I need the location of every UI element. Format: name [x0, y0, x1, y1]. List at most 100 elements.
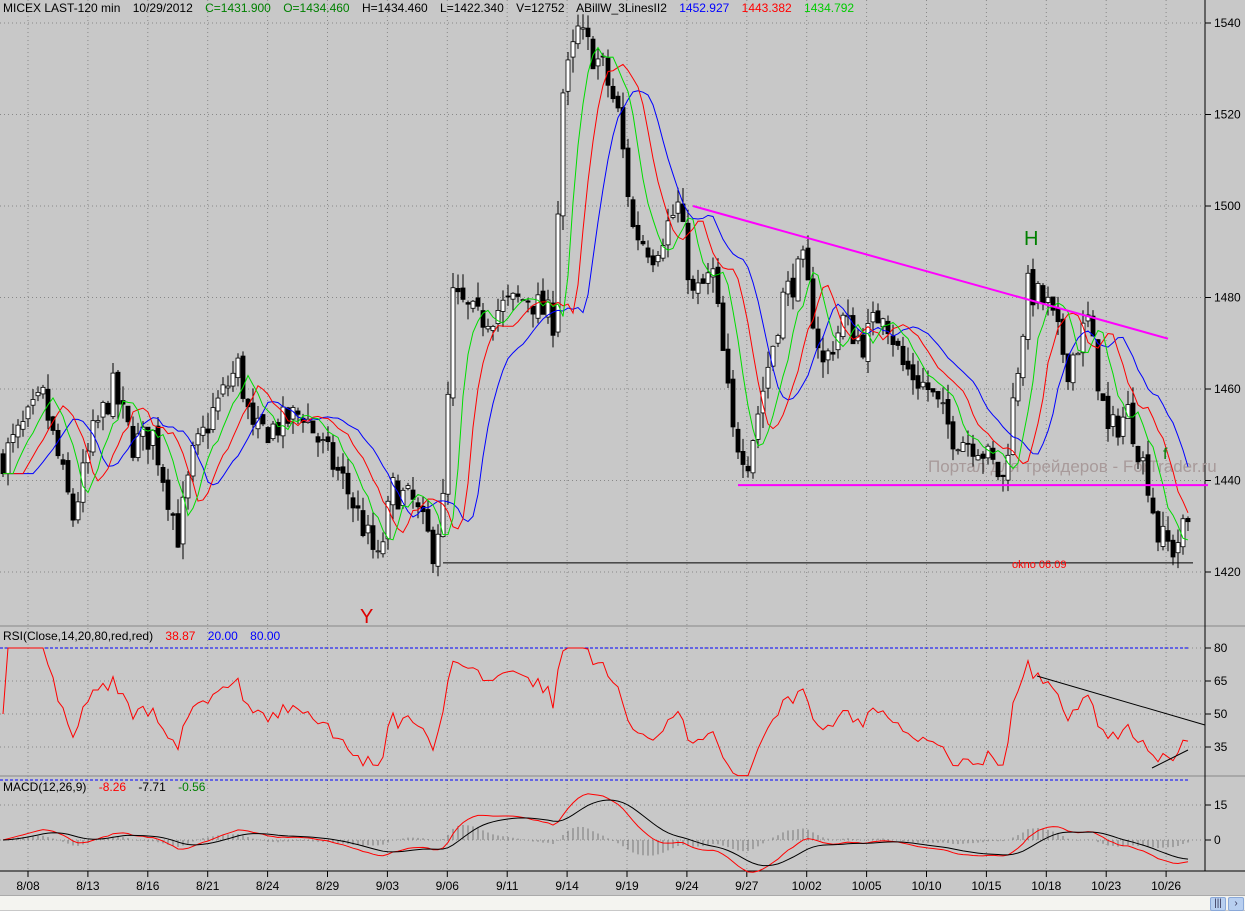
- candle-down: [995, 461, 1001, 478]
- candle-up: [470, 300, 476, 309]
- date-tick-label: 10/05: [852, 879, 882, 893]
- date-tick-label: 8/16: [136, 879, 160, 893]
- date-tick-label: 9/27: [735, 879, 759, 893]
- candle-down: [250, 402, 256, 425]
- candle-down: [935, 391, 941, 400]
- candle-up: [40, 386, 46, 395]
- price-tick-label: 1540: [1214, 16, 1241, 30]
- candle-up: [510, 292, 516, 300]
- candle-down: [900, 345, 906, 366]
- candle-down: [355, 505, 361, 509]
- candle-down: [690, 278, 696, 291]
- candle-up: [825, 350, 831, 361]
- candle-down: [700, 278, 706, 284]
- candle-down: [965, 442, 971, 445]
- candle-down: [240, 355, 246, 399]
- candle-down: [1055, 308, 1061, 323]
- candle-up: [1160, 525, 1166, 547]
- date-tick-label: 8/21: [196, 879, 220, 893]
- candle-down: [615, 95, 621, 109]
- candle-up: [975, 455, 981, 461]
- candle-up: [445, 393, 451, 495]
- f-marker: f: [1163, 446, 1168, 463]
- candle-up: [765, 366, 771, 389]
- candle-down: [330, 442, 336, 470]
- candle-down: [265, 427, 271, 444]
- candle-up: [535, 294, 541, 319]
- candle-down: [1165, 530, 1171, 542]
- candle-up: [215, 397, 221, 412]
- candle-down: [610, 85, 616, 100]
- candle-down: [170, 513, 176, 516]
- candle-down: [625, 147, 631, 198]
- candle-up: [200, 426, 206, 436]
- candle-down: [950, 421, 956, 450]
- candle-down: [65, 460, 71, 493]
- volume-label: V=12752: [516, 1, 565, 15]
- candle-up: [775, 335, 781, 344]
- candle-down: [1170, 539, 1176, 558]
- candle-up: [865, 323, 871, 362]
- candle-down: [715, 266, 721, 304]
- symbol-label: MICEX LAST-120 min: [3, 1, 121, 15]
- indicator-label: ABillW_3LinesII2: [576, 1, 667, 15]
- line3-value: 1434.792: [804, 1, 855, 15]
- candle-up: [960, 442, 966, 452]
- candle-up: [490, 325, 496, 331]
- candle-up: [985, 445, 991, 459]
- candle-down: [160, 467, 166, 483]
- price-tick-label: 1520: [1214, 108, 1241, 122]
- candle-down: [155, 425, 161, 466]
- candle-down: [360, 510, 366, 537]
- rsi-trendline-lower: [1151, 749, 1189, 769]
- price-tick-label: 1460: [1214, 382, 1241, 396]
- candle-down: [925, 382, 931, 391]
- candle-up: [755, 413, 761, 440]
- candle-up: [940, 402, 946, 405]
- candle-up: [320, 439, 326, 441]
- rsi-line: [2, 647, 1189, 777]
- candle-up: [705, 272, 711, 284]
- candle-down: [465, 302, 471, 305]
- date-tick-label: 9/06: [436, 879, 460, 893]
- rsi-value: 38.87: [165, 629, 196, 643]
- date-tick-label: 10/23: [1091, 879, 1121, 893]
- candle-down: [350, 497, 356, 509]
- candle-down: [980, 453, 986, 459]
- candle-up: [920, 381, 926, 388]
- price-tick-label: 1420: [1214, 565, 1241, 579]
- candle-down: [640, 240, 646, 245]
- candle-up: [100, 402, 106, 418]
- date-tick-label: 8/13: [76, 879, 100, 893]
- price-header: MICEX LAST-120 min 10/29/2012 C=1431.900…: [3, 1, 863, 15]
- candle-down: [165, 479, 171, 510]
- candle-down: [205, 428, 211, 434]
- candle-up: [750, 440, 756, 474]
- candle-down: [970, 443, 976, 457]
- candle-down: [295, 410, 301, 415]
- candle-up: [795, 258, 801, 302]
- date-tick-label: 9/19: [615, 879, 639, 893]
- rsi-high: 80.00: [250, 629, 281, 643]
- candle-up: [435, 533, 441, 567]
- macd-line: [2, 793, 1189, 873]
- candle-down: [1105, 395, 1111, 430]
- candle-down: [1145, 454, 1151, 496]
- candle-down: [540, 290, 546, 315]
- candle-up: [1175, 542, 1181, 554]
- candle-down: [895, 340, 901, 346]
- candle-down: [875, 310, 881, 324]
- candle-down: [1115, 415, 1121, 438]
- date-tick-label: 8/29: [316, 879, 340, 893]
- candle-down: [890, 335, 896, 345]
- horizontal-scrollbar[interactable]: ||| ›: [0, 895, 1245, 911]
- macd-signal: -7.71: [138, 780, 166, 794]
- candle-up: [405, 485, 411, 489]
- candle-down: [125, 405, 131, 423]
- macd-value: -8.26: [98, 780, 127, 794]
- candle-down: [175, 513, 181, 548]
- macd-hist: -0.56: [178, 780, 206, 794]
- candle-down: [1100, 393, 1106, 401]
- candle-up: [95, 420, 101, 423]
- candle-down: [130, 425, 136, 458]
